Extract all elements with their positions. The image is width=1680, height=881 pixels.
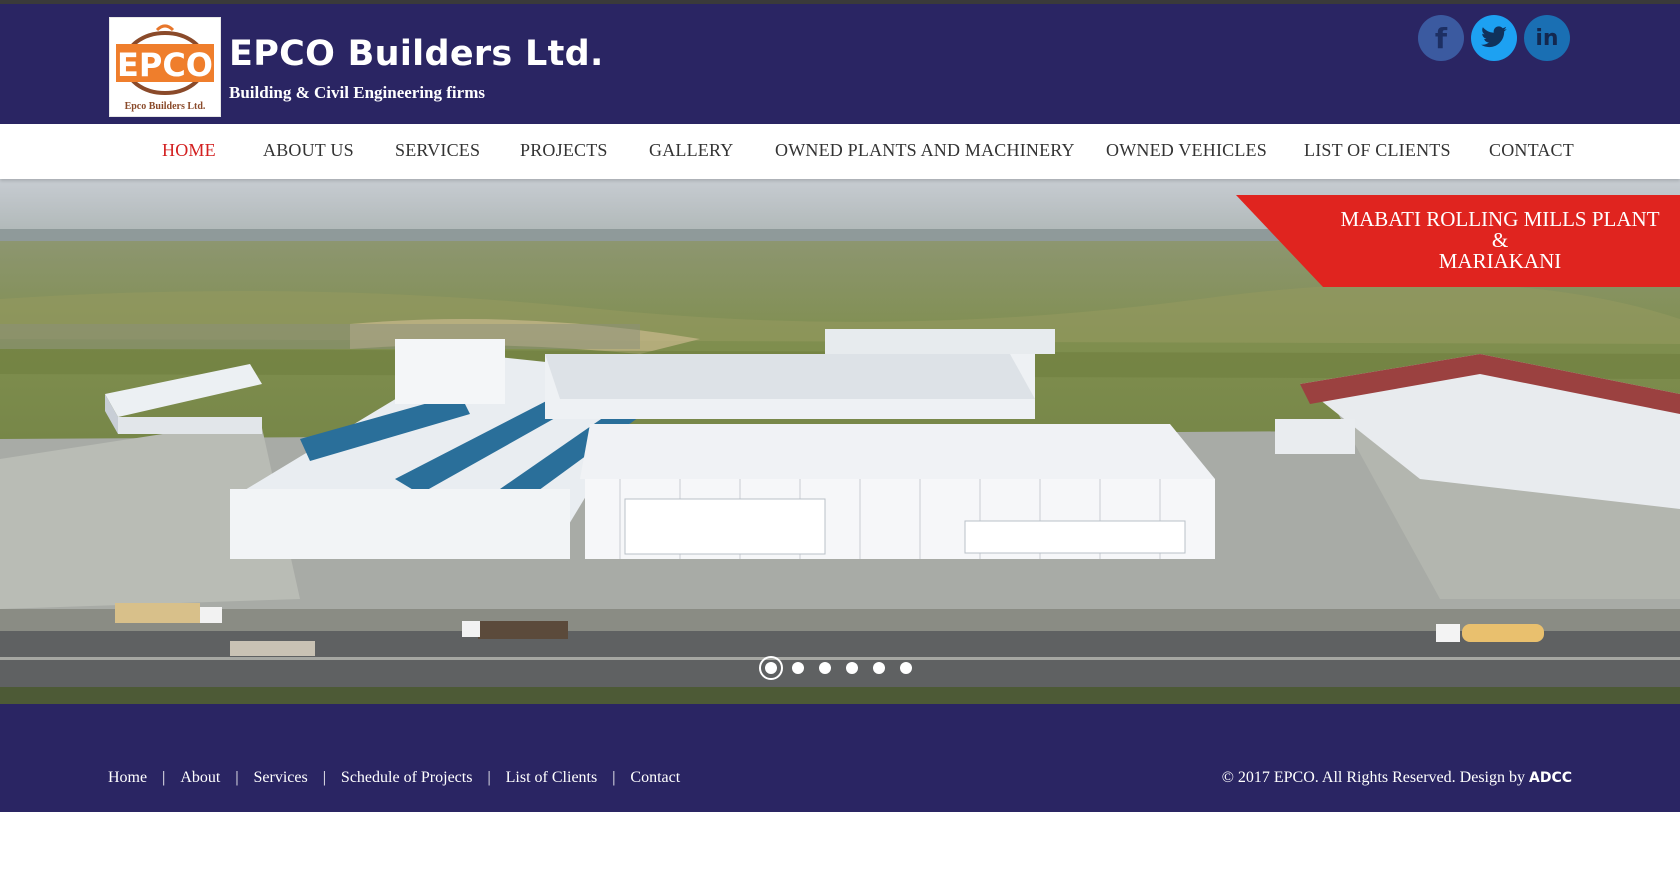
nav-gallery[interactable]: GALLERY [649,140,733,161]
site-footer: Home | About | Services | Schedule of Pr… [0,704,1680,812]
company-logo[interactable]: EPCO Epco Builders Ltd. [109,17,221,117]
footer-separator: | [235,769,239,786]
slider-pagination [759,655,927,681]
slide-dot-3[interactable] [819,662,831,674]
nav-owned-plants[interactable]: OWNED PLANTS AND MACHINERY [775,140,1075,161]
slide-dot-4[interactable] [846,662,858,674]
caption-line-1: MABATI ROLLING MILLS PLANT [1340,207,1660,231]
copyright-notice: © 2017 EPCO. All Rights Reserved. Design… [1222,769,1572,787]
nav-services[interactable]: SERVICES [395,140,480,161]
footer-separator: | [162,769,166,786]
logo-caption: Epco Builders Ltd. [125,101,206,112]
slide-dot-1[interactable] [759,656,783,680]
slide-dot-5[interactable] [873,662,885,674]
nav-list-of-clients[interactable]: LIST OF CLIENTS [1304,140,1451,161]
footer-link-about[interactable]: About [180,769,220,787]
twitter-bird-icon [1481,26,1507,48]
hero-slider: MABATI ROLLING MILLS PLANT & MARIAKANI [0,179,1680,704]
site-subtitle: Building & Civil Engineering firms [229,83,485,102]
nav-owned-vehicles[interactable]: OWNED VEHICLES [1106,140,1267,161]
nav-about-us[interactable]: ABOUT US [263,140,354,161]
caption-line-2: & [1491,228,1509,252]
nav-projects[interactable]: PROJECTS [520,140,608,161]
slide-dot-6[interactable] [900,662,912,674]
slide-dot-2[interactable] [792,662,804,674]
footer-link-contact[interactable]: Contact [630,769,680,787]
linkedin-icon[interactable]: in [1524,15,1570,61]
footer-link-list-of-clients[interactable]: List of Clients [506,769,598,787]
facebook-icon[interactable]: f [1418,15,1464,61]
twitter-icon[interactable] [1471,15,1517,61]
copyright-text: © 2017 EPCO. All Rights Reserved. Design… [1221,769,1525,786]
logo-letters: EPCO [117,46,213,84]
footer-link-services[interactable]: Services [254,769,308,787]
facebook-glyph: f [1434,21,1448,55]
footer-nav: Home | About | Services | Schedule of Pr… [108,769,680,787]
linkedin-glyph: in [1535,25,1559,51]
main-navigation: HOME ABOUT US SERVICES PROJECTS GALLERY … [0,124,1680,179]
site-header: EPCO Epco Builders Ltd. EPCO Builders Lt… [0,4,1680,124]
footer-separator: | [487,769,491,786]
footer-separator: | [322,769,326,786]
caption-line-3: MARIAKANI [1438,249,1562,273]
footer-link-home[interactable]: Home [108,769,147,787]
logo-graphic: EPCO Epco Builders Ltd. [110,18,220,116]
footer-link-schedule-of-projects[interactable]: Schedule of Projects [341,769,473,787]
nav-home[interactable]: HOME [162,140,216,161]
footer-separator: | [612,769,616,786]
nav-contact[interactable]: CONTACT [1489,140,1574,161]
site-title: EPCO Builders Ltd. [229,34,604,74]
designer-link[interactable]: ADCC [1529,770,1572,786]
